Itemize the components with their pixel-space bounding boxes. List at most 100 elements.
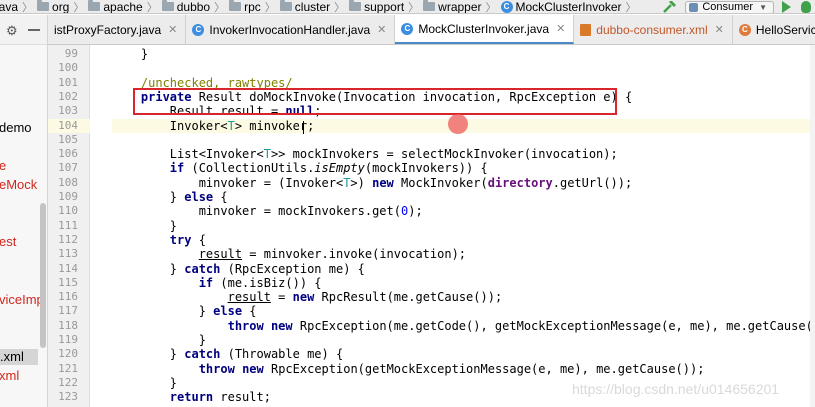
code-line[interactable]: if (me.isBiz()) { — [112, 276, 815, 290]
code-line[interactable]: } else { — [112, 190, 815, 204]
code-line[interactable]: minvoker = (Invoker<T>) new MockInvoker(… — [112, 176, 815, 190]
code-line[interactable]: throw new RpcException(me.getCode(), get… — [112, 319, 815, 333]
code-line[interactable]: List<Invoker<T>> mockInvokers = selectMo… — [112, 147, 815, 161]
project-panel: ⚙ demo e eMock est viceImp .xml xml — [0, 15, 48, 407]
breadcrumb-item[interactable]: wrapper 〉 — [419, 0, 497, 14]
breadcrumb-item[interactable]: java〉 — [0, 0, 33, 14]
chevron-right-icon: 〉 — [625, 1, 637, 14]
code-token: if — [169, 161, 185, 176]
code-line[interactable] — [112, 133, 815, 147]
breadcrumb-item[interactable]: dubbo 〉 — [158, 0, 225, 13]
tab-label: dubbo-consumer.xml — [596, 22, 708, 37]
collapse-icon[interactable] — [28, 29, 40, 31]
breadcrumb-item[interactable]: cluster 〉 — [276, 0, 346, 14]
breadcrumb-item[interactable]: rpc 〉 — [225, 0, 276, 14]
tab-invoker-invocation-handler[interactable]: C InvokerInvocationHandler.java ✕ — [186, 15, 396, 44]
breadcrumb-label: MockClusterInvoker — [515, 0, 622, 14]
code-token: throw — [198, 361, 235, 376]
chevron-right-icon: 〉 — [264, 1, 276, 14]
code-line[interactable]: minvoker = mockInvokers.get(0); — [112, 204, 815, 218]
breadcrumb-item[interactable]: support 〉 — [345, 0, 419, 14]
xml-file-icon — [580, 23, 592, 36]
tab-label: HelloServiceMock.ja — [755, 22, 815, 37]
close-icon[interactable]: ✕ — [556, 22, 565, 35]
tab-mock-cluster-invoker[interactable]: C MockClusterInvoker.java ✕ — [395, 15, 575, 44]
gear-icon[interactable]: ⚙ — [6, 23, 18, 39]
line-number: 99 — [64, 47, 78, 60]
code-token: 0 — [400, 204, 409, 219]
line-number: 122 — [58, 375, 78, 389]
code-token: new — [270, 318, 293, 333]
line-number: 123 — [58, 390, 78, 404]
tree-item[interactable]: xml — [0, 368, 19, 384]
folder-icon — [229, 0, 242, 11]
code-line[interactable]: } catch (Throwable me) { — [112, 347, 815, 361]
line-number: 105 — [58, 132, 78, 146]
code-line[interactable]: } — [112, 219, 815, 233]
code-line[interactable]: } catch (RpcException me) { — [112, 262, 815, 276]
tab-dubbo-consumer-xml[interactable]: dubbo-consumer.xml ✕ — [574, 15, 733, 44]
scrollbar-thumb[interactable] — [40, 203, 46, 348]
breadcrumb-label: support — [364, 0, 405, 14]
code-line[interactable] — [112, 61, 815, 75]
click-indicator — [448, 114, 468, 134]
line-number: 106 — [58, 147, 78, 161]
line-number: 120 — [58, 347, 78, 361]
chevron-right-icon: 〉 — [334, 1, 346, 14]
editor-right-stripe — [810, 45, 815, 407]
debug-icon[interactable] — [801, 1, 811, 13]
code-token: result — [227, 290, 271, 305]
tree-item[interactable]: e — [0, 158, 6, 174]
line-number: 118 — [58, 318, 78, 332]
tree-item[interactable]: demo — [0, 120, 32, 136]
code-line[interactable]: throw new RpcException(getMockExceptionM… — [112, 362, 815, 376]
breadcrumb-label: java — [0, 0, 19, 14]
tree-item[interactable]: viceImp — [0, 292, 44, 308]
run-icon[interactable] — [782, 1, 791, 13]
run-config-select[interactable]: Consumer ▼ — [685, 0, 774, 13]
tree-item[interactable]: eMock — [0, 177, 37, 193]
chevron-right-icon: 〉 — [73, 1, 85, 14]
line-number: 121 — [58, 361, 78, 375]
code-line[interactable]: } else { — [112, 304, 815, 318]
line-number: 119 — [58, 333, 78, 346]
tab-hello-service-mock[interactable]: C HelloServiceMock.ja — [733, 15, 815, 44]
code-line[interactable]: if (CollectionUtils.isEmpty(mockInvokers… — [112, 161, 815, 175]
hammer-icon[interactable] — [661, 1, 677, 13]
close-icon[interactable]: ✕ — [715, 23, 724, 36]
watermark: https://blog.csdn.net/u014656201 — [572, 381, 780, 397]
breadcrumb-item[interactable]: apache 〉 — [84, 0, 158, 14]
line-number: 104 — [58, 118, 78, 132]
class-icon: C — [192, 23, 205, 36]
code-line[interactable]: result = minvoker.invoke(invocation); — [112, 247, 815, 261]
tree-item-selected[interactable]: .xml — [0, 349, 38, 365]
breadcrumb-label: apache — [103, 0, 143, 14]
navigation-bar: java〉 org〉 apache〉 dubbo〉 rpc〉 cluster〉 … — [0, 0, 815, 14]
tree-item[interactable]: est — [0, 234, 16, 250]
folder-icon — [161, 0, 174, 11]
breadcrumb-item[interactable]: C MockClusterInvoker 〉 — [497, 0, 637, 14]
code-line[interactable]: try { — [112, 233, 815, 247]
tab-label: InvokerInvocationHandler.java — [209, 22, 371, 37]
breadcrumb-item[interactable]: org 〉 — [33, 0, 85, 14]
close-icon[interactable]: ✕ — [377, 23, 386, 36]
class-icon: C — [401, 22, 414, 35]
line-number: 116 — [58, 290, 78, 304]
code-token: catch — [184, 261, 221, 276]
code-token: directory — [487, 175, 553, 190]
line-number: 101 — [58, 75, 78, 89]
code-token: result — [198, 247, 243, 262]
code-token: return — [169, 390, 214, 405]
close-icon[interactable]: ✕ — [168, 23, 177, 36]
code-line[interactable]: } — [112, 47, 815, 61]
code-line[interactable]: } — [112, 333, 815, 347]
code-token: new — [292, 290, 315, 305]
chevron-right-icon: 〉 — [485, 1, 497, 14]
breadcrumb-label: cluster — [294, 0, 331, 14]
code-token: throw — [227, 318, 264, 333]
code-token: catch — [184, 347, 221, 362]
line-number: 103 — [58, 104, 78, 118]
tab-proxy-factory[interactable]: istProxyFactory.java ✕ — [48, 15, 187, 44]
line-number: 115 — [58, 275, 78, 289]
code-line[interactable]: result = new RpcResult(me.getCause()); — [112, 290, 815, 304]
